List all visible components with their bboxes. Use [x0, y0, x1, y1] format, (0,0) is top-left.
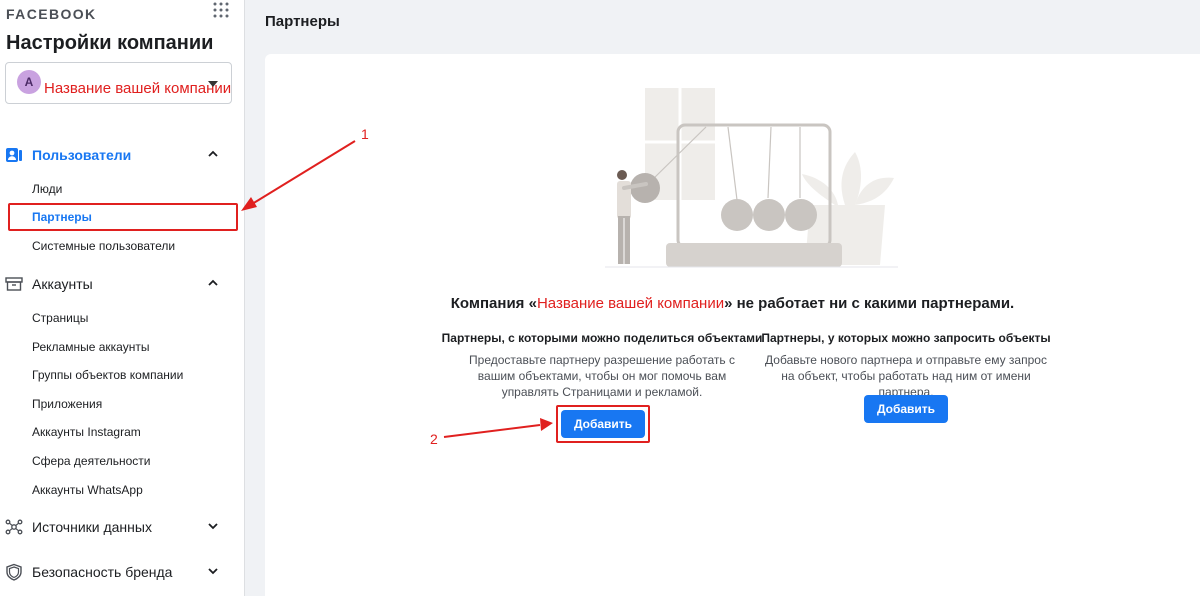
- message-suffix: » не работает ни с какими партнерами.: [724, 295, 1015, 312]
- annotation-number-2: 2: [430, 431, 438, 447]
- company-name: Название вашей компании: [44, 80, 232, 97]
- chevron-up-icon[interactable]: [207, 148, 219, 160]
- nav-section-label: Источники данных: [32, 519, 152, 535]
- company-avatar: A: [17, 70, 41, 94]
- nav-item-apps[interactable]: Приложения: [32, 397, 102, 411]
- chevron-down-icon[interactable]: [207, 565, 219, 577]
- shield-icon: [6, 563, 22, 581]
- request-column-description: Добавьте нового партнера и отправьте ему…: [765, 353, 1047, 399]
- message-company-name: Название вашей компании: [536, 295, 725, 312]
- message-prefix: Компания «: [450, 295, 537, 312]
- annotation-highlight-add-button: [556, 405, 650, 443]
- users-icon: [6, 148, 22, 162]
- annotation-highlight-partners: [8, 203, 238, 231]
- chevron-up-icon[interactable]: [207, 277, 219, 289]
- nav-section-accounts[interactable]: Аккаунты: [0, 271, 244, 297]
- nav-section-users[interactable]: Пользователи: [0, 142, 244, 168]
- nav-section-label: Безопасность бренда: [32, 564, 173, 580]
- nav-item-business-asset-groups[interactable]: Группы объектов компании: [32, 368, 183, 382]
- chevron-down-icon[interactable]: [207, 520, 219, 532]
- nav-item-ad-accounts[interactable]: Рекламные аккаунты: [32, 340, 149, 354]
- nav-item-line-of-business[interactable]: Сфера деятельности: [32, 454, 150, 468]
- share-column-description: Предоставьте партнеру разрешение работат…: [469, 353, 735, 399]
- accounts-icon: [5, 277, 23, 291]
- apps-grid-icon[interactable]: [213, 2, 229, 18]
- facebook-logo: FACEBOOK: [6, 6, 97, 22]
- share-column-title: Партнеры, с которыми можно поделиться об…: [441, 331, 763, 345]
- nav-item-whatsapp-accounts[interactable]: Аккаунты WhatsApp: [32, 483, 143, 497]
- nav-section-brand-safety[interactable]: Безопасность бренда: [0, 559, 244, 585]
- data-sources-icon: [5, 519, 23, 535]
- no-partners-message: Компания «Название вашей компании» не ра…: [265, 295, 1200, 312]
- nav-item-people[interactable]: Люди: [32, 182, 62, 196]
- sidebar: FACEBOOK Настройки компании A Название в…: [0, 0, 245, 596]
- nav-item-instagram-accounts[interactable]: Аккаунты Instagram: [32, 425, 141, 439]
- request-column-title: Партнеры, у которых можно запросить объе…: [761, 331, 1051, 345]
- share-assets-column: Партнеры, с которыми можно поделиться об…: [441, 331, 763, 400]
- request-assets-column: Партнеры, у которых можно запросить объе…: [755, 331, 1057, 400]
- nav-section-data-sources[interactable]: Источники данных: [0, 514, 244, 540]
- caret-down-icon: [208, 81, 218, 87]
- annotation-number-1: 1: [361, 126, 369, 142]
- nav-item-system-users[interactable]: Системные пользователи: [32, 239, 175, 253]
- nav-item-pages[interactable]: Страницы: [32, 311, 88, 325]
- add-partner-request-button[interactable]: Добавить: [864, 395, 948, 423]
- page-title: Партнеры: [265, 13, 340, 30]
- business-settings-title: Настройки компании: [6, 32, 214, 54]
- company-selector[interactable]: A Название вашей компании: [5, 62, 232, 104]
- newtons-cradle-illustration: [605, 88, 898, 268]
- nav-section-label: Пользователи: [32, 147, 132, 163]
- nav-section-label: Аккаунты: [32, 276, 93, 292]
